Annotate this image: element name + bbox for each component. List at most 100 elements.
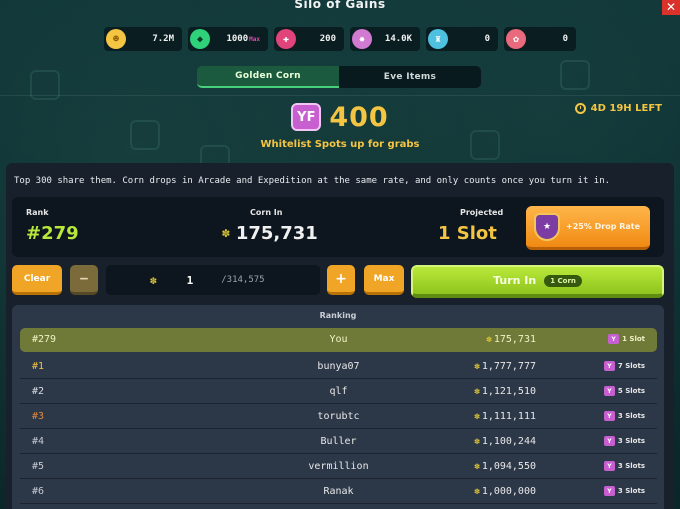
resource-value: 200 [319,34,336,44]
row-slots: Y5 Slots [603,386,645,396]
row-slots-value: 5 Slots [617,387,645,395]
corn-icon: ✽ [474,412,480,422]
turn-in-button[interactable]: Turn In 1 Corn [411,265,664,298]
tab-bar: Golden Corn Eve Items [197,66,481,88]
yf-logo-icon: Y [603,386,615,396]
resource-trophies: ♜ 0 [426,27,498,51]
resource-stars: ✸ 14.0K [350,27,420,51]
clock-icon [574,103,586,114]
row-name: torubtc [317,411,360,422]
quantity-max: /314,575 [221,275,265,285]
projected-value: 1 Slot [438,223,497,244]
corn-icon: ✽ [474,487,480,497]
row-slots: Y3 Slots [603,486,645,496]
row-corn: ✽ 1,121,510 [440,386,536,397]
ranking-table: Ranking #279 You ✽ 175,731 Y1 Slot #1 bun… [12,305,664,509]
row-slots: Y7 Slots [603,361,645,371]
yf-logo-icon: Y [603,411,615,421]
row-slots-value: 3 Slots [617,412,645,420]
prize-subtitle: Whitelist Spots up for grabs [260,139,420,150]
resource-potions: ✚ 200 [274,27,344,51]
row-slots-value: 3 Slots [617,437,645,445]
row-slots-value: 1 Slot [622,335,645,343]
minus-button[interactable]: − [70,265,98,295]
corn-icon: ✽ [474,362,480,372]
title-bar: Silo of Gains ✕ [0,0,680,15]
table-row[interactable]: #6 Ranak ✽ 1,000,000 Y3 Slots [20,480,657,504]
table-row[interactable]: #3 torubtc ✽ 1,111,111 Y3 Slots [20,405,657,429]
quantity-value[interactable]: 1 [187,274,194,287]
row-corn-value: 1,094,550 [481,461,536,472]
row-name: You [329,334,348,345]
corn-icon: ✽ [150,273,157,287]
corn-icon: ✽ [222,226,230,241]
key-flower-icon: ✿ [506,29,526,49]
potion-plus-icon: ✚ [276,29,296,49]
yf-logo-icon: YF [291,103,322,131]
yf-logo-icon: Y [603,486,615,496]
row-corn-value: 175,731 [493,334,536,345]
countdown-timer: 4D 19H LEFT [574,103,662,114]
tab-eve-items[interactable]: Eve Items [339,66,481,88]
row-slots: Y3 Slots [603,411,645,421]
table-row-self[interactable]: #279 You ✽ 175,731 Y1 Slot [20,328,657,352]
shield-badge-icon: ★ [534,212,560,241]
resource-keys: ✿ 0 [504,27,576,51]
resource-bar: ☻ 7.2M ◆ 1000 Max ✚ 200 ✸ 14.0K ♜ 0 ✿ 0 [104,27,576,51]
row-corn: ✽ 175,731 [440,334,536,345]
window-title: Silo of Gains [294,0,386,11]
divider [0,95,680,96]
yf-logo-icon: Y [603,361,615,371]
row-slots: Y3 Slots [603,461,645,471]
rank-value: #279 [26,223,79,244]
table-row[interactable]: #5 vermillion ✽ 1,094,550 Y3 Slots [20,455,657,479]
timer-label: 4D 19H LEFT [590,103,662,114]
tab-golden-corn[interactable]: Golden Corn [197,66,339,88]
clear-button[interactable]: Clear [12,265,62,295]
resource-value: 0 [484,34,490,44]
close-button[interactable]: ✕ [662,0,680,15]
resource-gems: ◆ 1000 Max [188,27,268,51]
corn-icon: ✽ [486,335,492,345]
row-corn-value: 1,100,244 [481,436,536,447]
row-slots-value: 7 Slots [617,362,645,370]
resource-value: 1000 [226,34,249,44]
row-name: qlf [329,386,348,397]
max-button[interactable]: Max [364,265,404,295]
quantity-field[interactable]: ✽ 1 /314,575 [106,265,320,295]
yf-logo-icon: Y [608,334,620,344]
plus-button[interactable]: + [327,265,355,295]
row-corn: ✽ 1,000,000 [440,486,536,497]
table-row[interactable]: #1 bunya07 ✽ 1,777,777 Y7 Slots [20,355,657,379]
row-slots-value: 3 Slots [617,462,645,470]
row-slots: Y3 Slots [603,436,645,446]
resource-value: 0 [562,34,568,44]
yf-logo-icon: Y [603,461,615,471]
row-corn: ✽ 1,094,550 [440,461,536,472]
resource-max-label: Max [249,35,260,43]
corn-icon: ✽ [474,387,480,397]
corn-in-label: Corn In [250,208,283,217]
drop-rate-button[interactable]: ★ +25% Drop Rate [526,206,650,250]
corn-in-display: ✽ 175,731 [222,223,318,244]
hero-prize: YF 400 [240,100,440,134]
row-corn: ✽ 1,100,244 [440,436,536,447]
table-row[interactable]: #2 qlf ✽ 1,121,510 Y5 Slots [20,380,657,404]
turn-in-label: Turn In [493,274,537,287]
projected-label: Projected [460,208,504,217]
resource-value: 7.2M [152,34,174,44]
row-corn: ✽ 1,111,111 [440,411,536,422]
row-corn-value: 1,777,777 [481,361,536,372]
resource-coins: ☻ 7.2M [104,27,182,51]
corn-icon: ✽ [474,462,480,472]
row-name: bunya07 [317,361,360,372]
row-slots: Y1 Slot [608,334,645,344]
table-row[interactable]: #4 Buller ✽ 1,100,244 Y3 Slots [20,430,657,454]
row-corn-value: 1,111,111 [481,411,536,422]
gem-icon: ◆ [190,29,210,49]
gold-coin-icon: ☻ [106,29,126,49]
background-pattern-icon [560,60,590,90]
yf-logo-icon: Y [603,436,615,446]
row-corn-value: 1,000,000 [481,486,536,497]
row-corn: ✽ 1,777,777 [440,361,536,372]
